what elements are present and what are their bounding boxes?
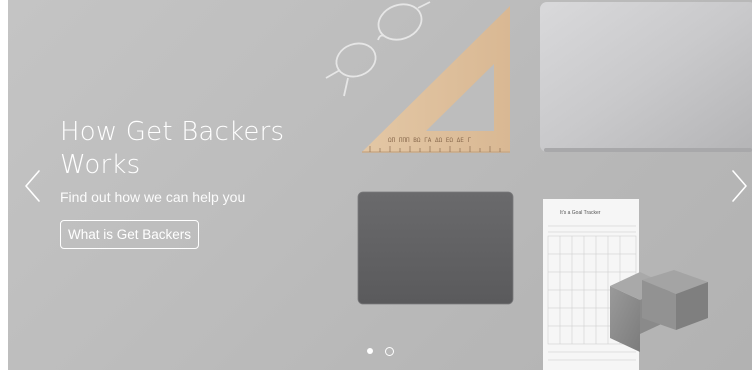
what-is-get-backers-button[interactable]: What is Get Backers xyxy=(60,220,200,249)
slide-indicator-1[interactable] xyxy=(367,348,373,354)
glasses-image xyxy=(325,1,431,97)
hero-caption: How Get Backers Works Find out how we ca… xyxy=(60,116,360,206)
laptop-image xyxy=(540,2,752,152)
chevron-right-icon xyxy=(732,170,747,202)
previous-slide-button[interactable] xyxy=(21,168,47,204)
next-slide-button[interactable] xyxy=(725,168,751,204)
svg-text:It's a Goal Tracker: It's a Goal Tracker xyxy=(560,210,601,216)
concrete-block-image xyxy=(610,270,708,352)
svg-text:ΩΠ ΠΠΠ ΒΩ ΓΑ ΔΩ ΕΩ ΔΕ Γ: ΩΠ ΠΠΠ ΒΩ ΓΑ ΔΩ ΕΩ ΔΕ Γ xyxy=(388,137,471,144)
chevron-left-icon xyxy=(25,170,40,202)
trackpad-image xyxy=(357,191,514,305)
set-square-image: ΩΠ ΠΠΠ ΒΩ ΓΑ ΔΩ ΕΩ ΔΕ Γ xyxy=(362,6,510,153)
hero-subtitle: Find out how we can help you xyxy=(60,189,246,205)
slide-indicator-2[interactable] xyxy=(385,346,394,356)
hero-title: How Get Backers Works xyxy=(60,117,285,180)
hero-slider: ΩΠ ΠΠΠ ΒΩ ΓΑ ΔΩ ΕΩ ΔΕ Γ It's a Goal Trac… xyxy=(8,0,752,370)
slide-indicators xyxy=(367,345,394,357)
